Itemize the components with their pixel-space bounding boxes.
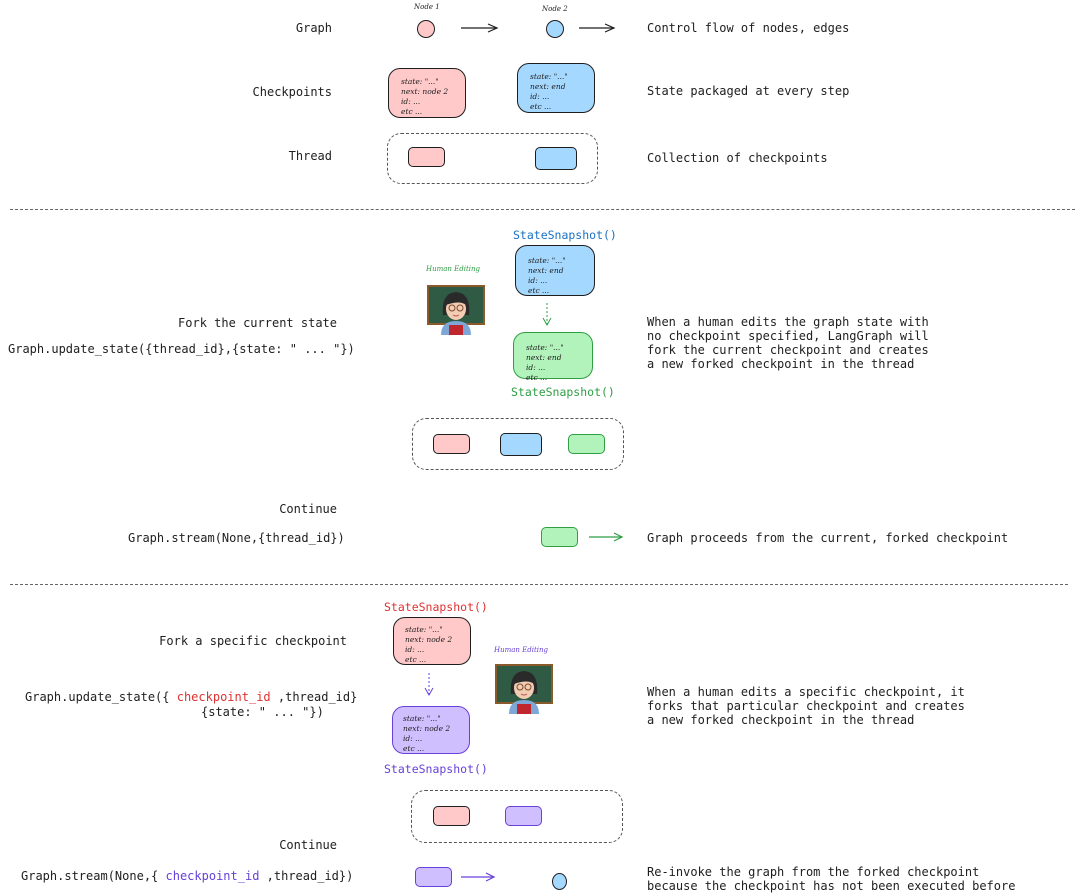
snapshot-bottom-label: StateSnapshot() [384, 762, 488, 776]
fork-current-description: When a human edits the graph state with … [647, 315, 929, 371]
fork-specific-title: Fork a specific checkpoint [159, 634, 347, 648]
graph-label: Graph [295, 21, 332, 35]
section-divider [10, 209, 1075, 210]
human-editing-label: Human Editing [494, 646, 549, 654]
continue-description: Re-invoke the graph from the forked chec… [647, 865, 1016, 893]
thread-description: Collection of checkpoints [647, 151, 828, 165]
human-editing-label: Human Editing [426, 265, 481, 273]
snapshot-bottom-label: StateSnapshot() [511, 385, 615, 399]
checkpoint-id-highlight: checkpoint_id [165, 869, 260, 883]
thread-container-forked [412, 418, 624, 470]
thread-checkpoint-pink [433, 434, 470, 454]
snapshot-top-text: state: "..." next: end id: ... etc ... [528, 256, 566, 295]
thread-container-forked [411, 790, 623, 843]
checkpoint-id-highlight: checkpoint_id [176, 690, 271, 704]
snapshot-bottom-card: state: "..." next: end id: ... etc ... [513, 332, 593, 382]
forked-checkpoint-green [541, 527, 578, 547]
forked-checkpoint-purple [415, 867, 452, 887]
continue-code: Graph.stream(None,{ checkpoint_id ,threa… [21, 869, 353, 883]
checkpoint-card-2: state: "..." next: end id: ... etc ... [517, 63, 595, 113]
arrow-right-icon [461, 872, 496, 882]
continue-title: Continue [279, 502, 337, 516]
thread-container [387, 133, 598, 184]
thread-checkpoint-blue [500, 433, 542, 456]
thread-checkpoint-1 [408, 147, 445, 167]
continue-code: Graph.stream(None,{thread_id}) [128, 531, 345, 545]
continue-title: Continue [279, 838, 337, 852]
code-prefix: Graph.update_state({ [25, 690, 177, 704]
snapshot-top-label: StateSnapshot() [384, 600, 488, 614]
code-suffix: ,thread_id}) [259, 869, 354, 883]
snapshot-top-label: StateSnapshot() [513, 228, 617, 242]
teacher-avatar-icon [495, 664, 553, 714]
checkpoint-card-1-text: state: "..." next: node 2 id: ... etc ..… [401, 77, 449, 116]
thread-label: Thread [288, 149, 332, 163]
fork-current-title: Fork the current state [178, 316, 337, 330]
thread-checkpoint-2 [535, 147, 577, 170]
arrow-right-icon [579, 23, 616, 33]
snapshot-top-card: state: "..." next: end id: ... etc ... [515, 245, 595, 296]
thread-checkpoint-green [568, 434, 605, 454]
node-2-circle [546, 20, 564, 38]
checkpoint-card-2-text: state: "..." next: end id: ... etc ... [530, 72, 568, 111]
arrow-right-icon [589, 532, 624, 542]
fork-specific-code-line2: {state: " ... "}) [201, 705, 324, 719]
node-1-label: Node 1 [414, 3, 440, 11]
node-2-label: Node 2 [542, 5, 568, 13]
snapshot-bottom-card: state: "..." next: node 2 id: ... etc ..… [392, 706, 470, 754]
next-node-circle [552, 873, 567, 890]
snapshot-top-text: state: "..." next: node 2 id: ... etc ..… [405, 625, 453, 664]
snapshot-bottom-text: state: "..." next: node 2 id: ... etc ..… [403, 714, 451, 753]
fork-specific-code: Graph.update_state({ checkpoint_id ,thre… [25, 690, 357, 704]
checkpoints-description: State packaged at every step [647, 84, 850, 98]
checkpoint-card-1: state: "..." next: node 2 id: ... etc ..… [388, 68, 466, 118]
thread-checkpoint-purple [505, 806, 542, 826]
arrow-down-dashed-icon [542, 303, 552, 327]
snapshot-bottom-text: state: "..." next: end id: ... etc ... [526, 343, 564, 382]
thread-checkpoint-pink [433, 806, 470, 826]
section-divider [10, 584, 1068, 585]
checkpoints-label: Checkpoints [252, 85, 332, 99]
arrow-down-dashed-icon [424, 673, 434, 697]
teacher-avatar-icon [427, 285, 485, 335]
code-prefix: Graph.stream(None,{ [21, 869, 166, 883]
fork-current-code: Graph.update_state({thread_id},{state: "… [8, 342, 355, 356]
fork-specific-description: When a human edits a specific checkpoint… [647, 685, 965, 727]
continue-description: Graph proceeds from the current, forked … [647, 531, 1009, 545]
node-1-circle [417, 20, 435, 38]
snapshot-top-card: state: "..." next: node 2 id: ... etc ..… [393, 617, 471, 665]
graph-description: Control flow of nodes, edges [647, 21, 850, 35]
arrow-right-icon [461, 23, 499, 33]
code-suffix: ,thread_id} [270, 690, 358, 704]
